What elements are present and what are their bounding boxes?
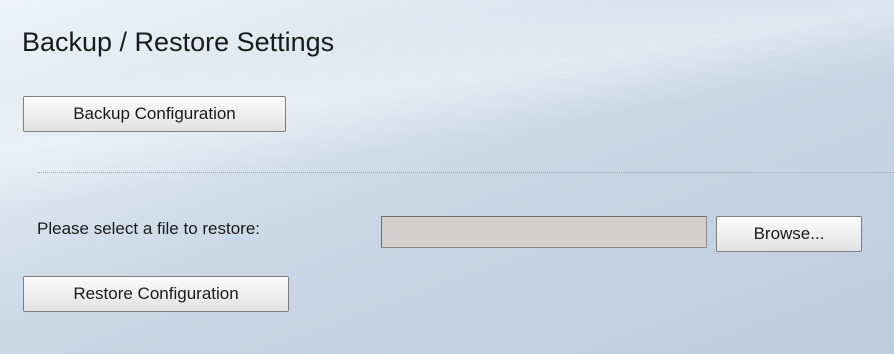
backup-configuration-button[interactable]: Backup Configuration xyxy=(23,96,286,132)
backup-restore-page: Backup / Restore Settings Backup Configu… xyxy=(0,0,894,354)
restore-configuration-button[interactable]: Restore Configuration xyxy=(23,276,289,312)
restore-file-field[interactable] xyxy=(381,216,707,248)
page-title: Backup / Restore Settings xyxy=(22,27,335,57)
section-divider xyxy=(38,172,894,173)
restore-file-label: Please select a file to restore: xyxy=(37,219,261,238)
browse-button[interactable]: Browse... xyxy=(716,216,862,252)
